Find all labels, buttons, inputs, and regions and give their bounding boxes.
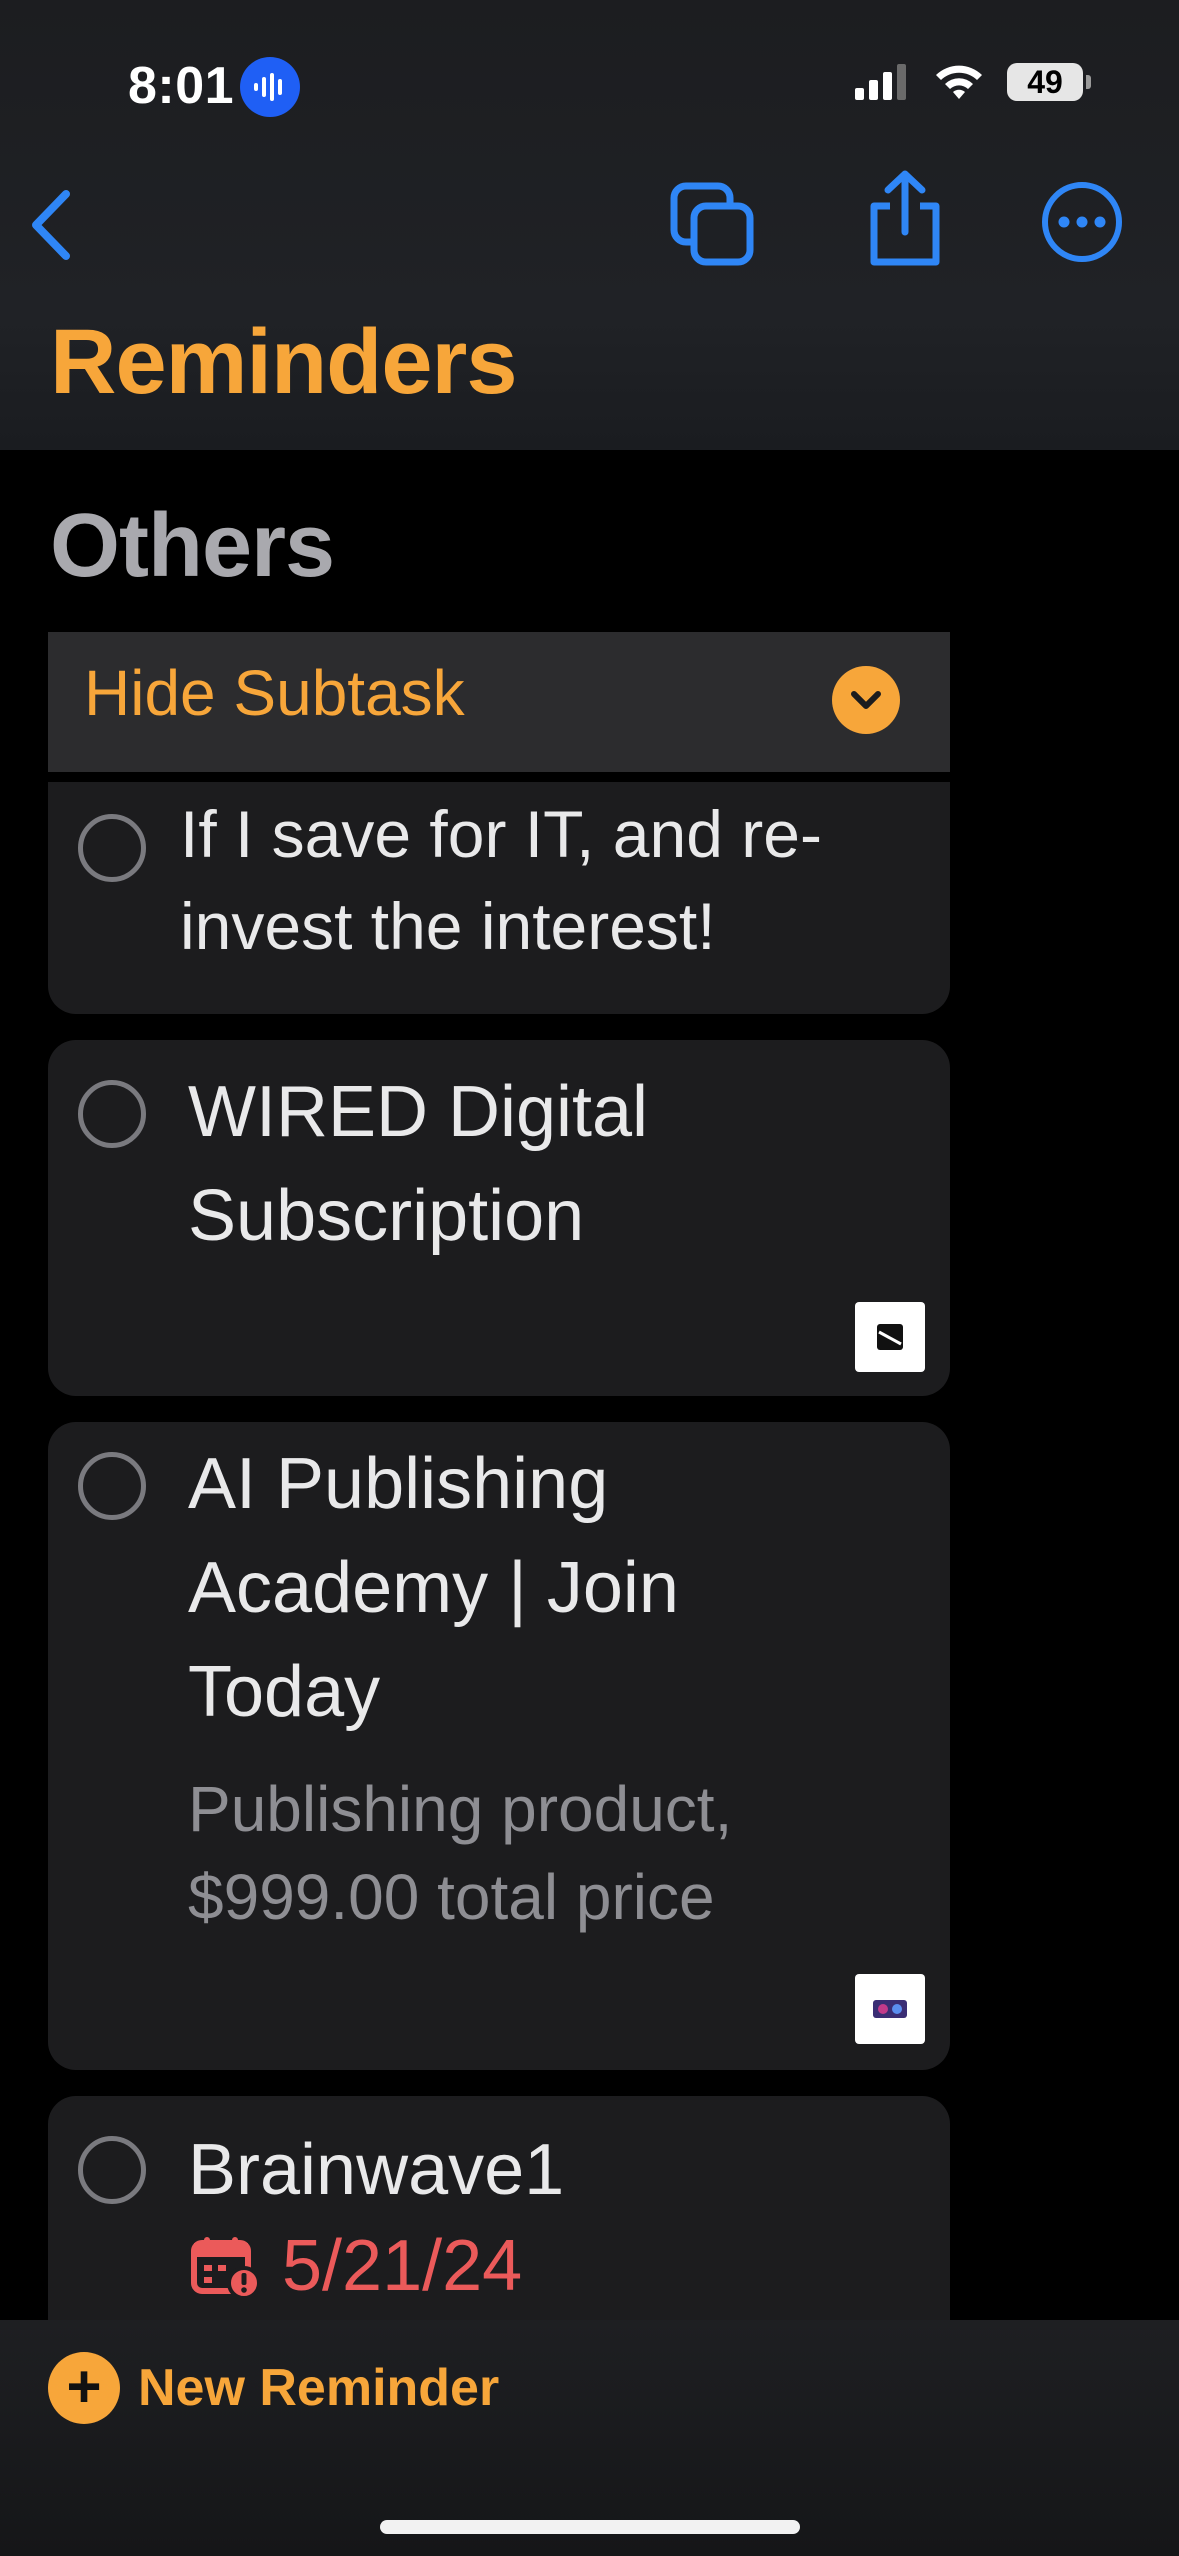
- reminder-item[interactable]: If I save for IT, and re- invest the int…: [48, 782, 950, 1014]
- wifi-icon: [936, 65, 982, 99]
- reminder-note-line2: $999.00 total price: [188, 1861, 715, 1933]
- new-reminder-button[interactable]: + New Reminder: [48, 2352, 499, 2424]
- page-title: Reminders: [50, 311, 517, 413]
- completion-circle[interactable]: [78, 2136, 146, 2204]
- cellular-signal-icon: [855, 64, 906, 100]
- reminder-item[interactable]: WIRED Digital Subscription: [48, 1040, 950, 1396]
- completion-circle[interactable]: [78, 814, 146, 882]
- more-icon[interactable]: [1040, 180, 1124, 264]
- publishing-attachment-thumbnail[interactable]: [855, 1974, 925, 2044]
- new-reminder-label: New Reminder: [138, 2359, 500, 2417]
- completion-circle[interactable]: [78, 1452, 146, 1520]
- status-time: 8:01: [128, 57, 235, 115]
- reminder-title-line2[interactable]: Subscription: [188, 1164, 584, 1268]
- hide-subtask-label: Hide Subtask: [84, 657, 465, 729]
- reminder-title[interactable]: WIRED Digital: [188, 1060, 648, 1164]
- reminder-title[interactable]: If I save for IT, and re-: [180, 782, 822, 886]
- back-chevron-icon[interactable]: [20, 180, 90, 270]
- reminder-item[interactable]: AI Publishing Academy | Join Today Publi…: [48, 1422, 950, 2070]
- copy-icon[interactable]: [668, 180, 758, 270]
- section-title: Others: [50, 496, 335, 596]
- status-bar: 8:01 49: [0, 0, 1179, 170]
- audio-recording-icon[interactable]: [240, 57, 300, 117]
- wired-attachment-thumbnail[interactable]: [855, 1302, 925, 1372]
- home-indicator[interactable]: [380, 2520, 800, 2534]
- reminder-note: Publishing product,: [188, 1773, 733, 1845]
- hide-subtask-row[interactable]: Hide Subtask: [48, 632, 950, 772]
- reminder-title[interactable]: Brainwave1: [188, 2118, 564, 2222]
- plus-icon: +: [48, 2352, 120, 2424]
- share-icon[interactable]: [860, 168, 950, 268]
- calendar-alert-icon: [191, 2237, 261, 2299]
- battery-icon: 49: [1007, 63, 1091, 101]
- due-date-text: 5/21/24: [282, 2226, 523, 2306]
- reminder-title-line2[interactable]: invest the interest!: [180, 874, 716, 978]
- reminder-title-line2[interactable]: Academy | Join: [188, 1536, 679, 1640]
- status-icons: 49: [855, 63, 1091, 101]
- chevron-down-icon[interactable]: [832, 666, 900, 734]
- reminder-title-line3[interactable]: Today: [188, 1640, 380, 1744]
- reminder-due-date: 5/21/24: [190, 2225, 522, 2307]
- completion-circle[interactable]: [78, 1080, 146, 1148]
- reminder-title[interactable]: AI Publishing: [188, 1432, 608, 1536]
